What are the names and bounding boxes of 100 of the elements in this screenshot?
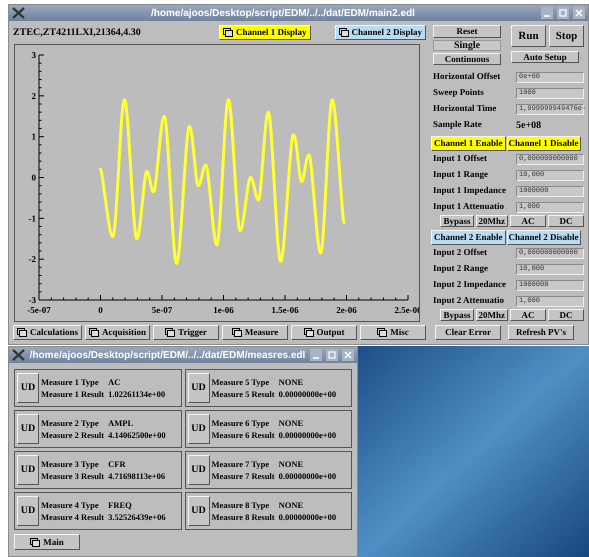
window-icon [17,328,27,337]
auto-setup-button[interactable]: Auto Setup [511,51,579,63]
coupling-button[interactable]: AC [510,215,546,227]
field-label: Input 2 Range [433,262,488,276]
display-button[interactable]: Channel 2 Display [334,24,426,40]
y-tick-label: 3 [32,50,36,60]
ud-button[interactable]: UD [17,496,39,526]
coupling-button[interactable]: 20Mhz [476,215,508,227]
x-tick-label: 1.5e-06 [271,305,299,315]
field-label: Horizontal Offset [433,70,500,84]
result-value: 4.14062500e+00 [108,431,166,440]
nav-button[interactable]: Calculations [13,325,82,340]
field-label: Sample Rate [433,118,482,132]
type-label: Measure 3 Type [41,460,100,468]
x-tick-label: 0 [98,305,103,315]
window-icon [89,328,100,337]
field-label: Input 2 Attenuatio [433,294,504,308]
window-icon [377,328,388,337]
field-label: Input 1 Attenuatio [433,200,504,214]
minimize-icon[interactable] [310,349,322,361]
x-logo-icon[interactable] [12,7,25,19]
nav-button[interactable]: Misc [360,325,426,340]
window-icon [232,328,242,337]
ud-button[interactable]: UD [188,496,210,526]
reset-button[interactable]: Reset [433,25,501,38]
type-label: Measure 5 Type [212,378,270,386]
window-icon [338,28,349,36]
type-value: FREQ [108,500,133,509]
nav-button[interactable]: Acquisition [85,325,150,340]
result-label: Measure 4 Result [41,513,104,522]
close-icon[interactable] [342,349,354,361]
result-value: 4.71698113e+06 [108,472,166,480]
mode-label: Single [433,40,501,51]
maximize-icon[interactable] [557,7,569,19]
close-icon[interactable] [573,7,585,19]
result-label: Measure 2 Result [41,431,104,440]
field-label: Input 1 Impedance [433,184,506,198]
result-value: 0.00000000e+00 [278,513,336,522]
coupling-button[interactable]: DC [548,215,584,227]
nav-button[interactable]: Trigger [153,325,220,340]
minimize-icon[interactable] [541,7,553,19]
channel-enable-button[interactable]: Channel 1 Enable [431,136,506,151]
ud-button[interactable]: UD [188,414,210,444]
ud-button[interactable]: UD [17,455,39,485]
type-label: Measure 4 Type [41,500,100,509]
field-label: Input 1 Offset [433,152,488,166]
ud-button[interactable]: UD [17,373,39,403]
y-tick-label: 1 [32,132,36,142]
type-label: Measure 8 Type [212,500,270,509]
x-logo-icon[interactable] [12,349,25,361]
coupling-button[interactable]: Bypass [440,309,474,321]
nav-button[interactable]: Measure [222,325,288,340]
coupling-button[interactable]: DC [548,309,584,321]
y-tick-label: -2 [28,254,36,264]
stop-button[interactable]: Stop [549,25,584,47]
window-title: /home/ajoos/Desktop/script/EDM/../../dat/EDM/main2.edl [150,6,416,20]
continuous-button[interactable]: Continuous [433,53,501,65]
coupling-button[interactable]: AC [510,309,546,321]
window-icon [165,328,176,337]
type-value: AC [108,378,122,386]
clear-error-button[interactable]: Clear Error [435,325,502,340]
refresh-button[interactable]: Refresh PV's [508,325,574,340]
field-label: Input 2 Offset [433,246,488,260]
type-label: Measure 7 Type [212,460,270,468]
y-tick-label: -3 [28,295,36,305]
field-label: Input 1 Range [433,168,488,182]
channel-disable-button[interactable]: Channel 1 Disable [506,136,581,151]
type-label: Measure 2 Type [41,418,100,427]
main-button[interactable]: Main [14,534,80,550]
ud-button[interactable]: UD [17,414,39,444]
channel-enable-button[interactable]: Channel 2 Enable [431,230,506,245]
result-label: Measure 8 Result [212,513,275,522]
ud-button[interactable]: UD [188,455,210,485]
coupling-button[interactable]: Bypass [440,215,474,227]
window-title: /home/ajoos/Desktop/script/EDM/../../dat/EDM/measres.edl [29,348,306,362]
coupling-button[interactable]: 20Mhz [476,309,508,321]
type-label: Measure 1 Type [41,378,100,386]
x-tick-label: -5e-07 [27,305,51,315]
ud-button[interactable]: UD [188,373,210,403]
window-icon [30,538,40,546]
type-value: NONE [278,460,304,468]
type-value: NONE [278,418,304,427]
run-button[interactable]: Run [511,25,546,47]
window-icon [304,328,314,337]
result-value: 0.00000000e+00 [278,472,336,480]
y-tick-label: 2 [32,90,36,101]
channel-disable-button[interactable]: Channel 2 Disable [506,230,581,245]
display-button[interactable]: Channel 1 Display [219,24,311,40]
result-label: Measure 1 Result [41,390,104,398]
field-label: Horizontal Time [433,102,496,116]
result-label: Measure 3 Result [41,472,104,480]
result-value: 3.52526439e+06 [108,513,166,522]
window-icon [223,28,233,36]
type-value: NONE [278,500,304,509]
result-value: 0.00000000e+00 [278,390,336,398]
device-id: ZTEC,ZT4211LXI,21364,4.30 [13,26,142,40]
maximize-icon[interactable] [326,349,338,361]
sample-rate-value: 5e+08 [516,118,542,132]
type-value: NONE [278,378,304,386]
nav-button[interactable]: Output [291,325,358,340]
